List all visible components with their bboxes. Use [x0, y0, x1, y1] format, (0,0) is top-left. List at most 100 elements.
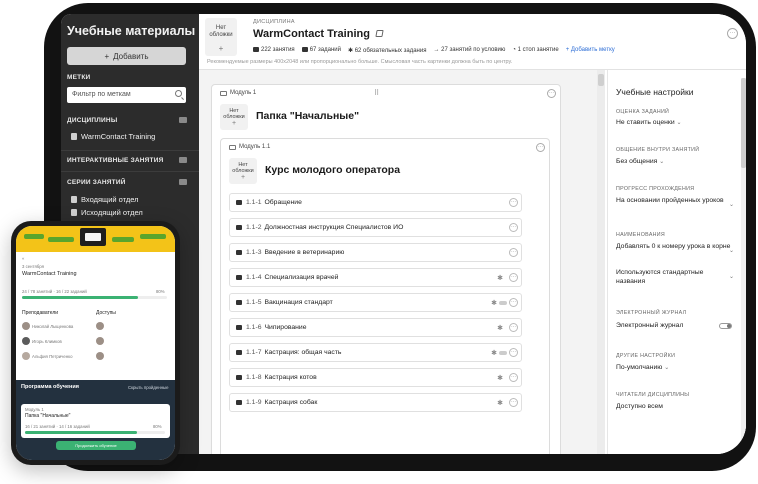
chevron-down-icon: ⌄: [659, 159, 665, 165]
more-icon[interactable]: ···: [509, 298, 518, 307]
lesson-number: 1.1-9: [246, 399, 262, 406]
settings-label: ЭЛЕКТРОННЫЙ ЖУРНАЛ: [616, 310, 687, 316]
main-area: Нет обложки + ДИСЦИПЛИНА WarmContact Tra…: [199, 14, 746, 454]
folder-add-icon[interactable]: [179, 117, 187, 123]
cover-text: Нет обложки: [209, 25, 233, 38]
access-label: Доступы: [96, 310, 116, 316]
more-icon[interactable]: ···: [509, 248, 518, 257]
avatar: [96, 322, 104, 330]
more-icon[interactable]: ···: [536, 143, 545, 152]
card-module-label: Модуль 1: [25, 407, 44, 412]
chevron-down-icon[interactable]: ⌄: [729, 201, 734, 208]
discipline-label: ДИСЦИПЛИНА: [253, 19, 295, 25]
divider: [61, 150, 199, 151]
lesson-icon: [236, 300, 242, 305]
stage: Учебные материалы + Добавить МЕТКИ Фильт…: [0, 0, 758, 484]
lesson-title: Специализация врачей: [264, 274, 339, 281]
tags-label: МЕТКИ: [67, 74, 91, 81]
required-star-icon: ✱: [491, 299, 497, 307]
lesson-icon: [236, 375, 242, 380]
scroll-thumb[interactable]: [598, 74, 604, 86]
banner-ribbon: [140, 234, 166, 239]
settings-scrollbar[interactable]: [741, 78, 746, 448]
lesson-row[interactable]: 1.1-2 Должностная инструкция Специалистов…: [229, 218, 522, 237]
settings-panel: Учебные настройки ОЦЕНКА ЗАДАНИЙ Не став…: [607, 70, 746, 454]
more-icon[interactable]: ···: [509, 273, 518, 282]
sidebar-item-series[interactable]: Входящий отдел: [71, 195, 139, 204]
required-star-icon: ✱: [497, 324, 503, 332]
drag-handle-icon[interactable]: ⠿: [374, 89, 380, 97]
module-cover-upload[interactable]: Нет обложки +: [220, 104, 248, 130]
settings-grading-select[interactable]: Не ставить оценки ⌄: [616, 118, 731, 128]
avatar: [96, 352, 104, 360]
submodule-label: Модуль 1.1: [229, 144, 270, 150]
folder-icon: [220, 90, 227, 96]
journal-toggle[interactable]: [719, 323, 732, 329]
hide-completed-link[interactable]: Скрыть пройденные: [128, 385, 169, 390]
lesson-icon: [236, 325, 242, 330]
lesson-title: Обращение: [264, 199, 302, 206]
settings-numbering-select[interactable]: Добавлять 0 к номеру урока в корне: [616, 242, 731, 251]
card-title: Папка "Начальные": [25, 413, 71, 419]
content-scrollbar[interactable]: [597, 70, 605, 454]
lesson-row[interactable]: 1.1-7 Кастрация: общая часть ✱ ···: [229, 343, 522, 362]
settings-readers-select[interactable]: Доступно всем: [616, 402, 731, 411]
settings-communication-select[interactable]: Без общения ⌄: [616, 157, 731, 167]
sidebar-item-discipline[interactable]: WarmContact Training: [71, 132, 155, 141]
chevron-down-icon[interactable]: ⌄: [729, 273, 734, 280]
add-tag-link[interactable]: + Добавить метку: [566, 47, 615, 54]
more-icon[interactable]: ···: [509, 323, 518, 332]
continue-button[interactable]: Продолжить обучение: [56, 441, 136, 450]
lesson-title: Кастрация котов: [264, 374, 317, 381]
lesson-title: Чипирование: [264, 324, 307, 331]
add-button[interactable]: + Добавить: [67, 47, 186, 65]
more-icon[interactable]: ···: [509, 198, 518, 207]
settings-other-select[interactable]: По-умолчанию ⌄: [616, 363, 731, 373]
lesson-row[interactable]: 1.1-5 Вакцинация стандарт ✱ ···: [229, 293, 522, 312]
lesson-row[interactable]: 1.1-1 Обращение ···: [229, 193, 522, 212]
settings-label: ОЦЕНКА ЗАДАНИЙ: [616, 109, 670, 115]
page-title: WarmContact Training: [253, 28, 370, 40]
settings-names-select[interactable]: Используются стандартные названия: [616, 268, 731, 286]
more-icon[interactable]: ···: [509, 373, 518, 382]
folder-add-icon[interactable]: [179, 157, 187, 163]
module-label: Модуль 1: [220, 90, 256, 96]
lesson-toggle[interactable]: [499, 300, 507, 305]
content-area: Модуль 1 ⠿ ··· Нет обложки + Папка "Нача…: [199, 70, 597, 454]
banner-logo: [80, 228, 106, 246]
submodule-cover-upload[interactable]: Нет обложки +: [229, 158, 257, 184]
lesson-number: 1.1-6: [246, 324, 262, 331]
chevron-down-icon: ⌄: [676, 120, 682, 126]
phone-back-icon[interactable]: «: [22, 256, 24, 261]
folder-add-icon[interactable]: [179, 179, 187, 185]
document-icon: [71, 133, 77, 140]
program-module-card[interactable]: Модуль 1 Папка "Начальные" 16 / 21 занят…: [21, 404, 170, 438]
settings-progress-select[interactable]: На основании пройденных уроков: [616, 196, 731, 205]
settings-label: ОБЩЕНИЕ ВНУТРИ ЗАНЯТИЙ: [616, 147, 700, 153]
required-star-icon: ✱: [497, 399, 503, 407]
scroll-thumb[interactable]: [741, 78, 746, 168]
more-icon[interactable]: ···: [509, 348, 518, 357]
required-star-icon: ✱: [497, 374, 503, 382]
more-icon[interactable]: ···: [509, 398, 518, 407]
more-icon[interactable]: ···: [547, 89, 556, 98]
sidebar-item-label: Входящий отдел: [81, 195, 139, 204]
sidebar-item-series[interactable]: Исходящий отдел: [71, 208, 143, 217]
lesson-row[interactable]: 1.1-9 Кастрация собак ✱ ···: [229, 393, 522, 412]
lesson-row[interactable]: 1.1-4 Специализация врачей ✱ ···: [229, 268, 522, 287]
more-icon[interactable]: ···: [727, 28, 738, 39]
tag-filter-input[interactable]: Фильтр по меткам: [67, 87, 186, 103]
edit-icon[interactable]: [375, 30, 384, 37]
stats-row: 222 занятия 67 заданий ✱ 62 обязательных…: [253, 47, 615, 54]
lesson-title: Вакцинация стандарт: [264, 299, 333, 306]
lesson-row[interactable]: 1.1-8 Кастрация котов ✱ ···: [229, 368, 522, 387]
chevron-down-icon[interactable]: ⌄: [729, 247, 734, 254]
cover-upload[interactable]: Нет обложки +: [205, 18, 237, 56]
lesson-toggle[interactable]: [499, 350, 507, 355]
star-icon: ✱: [347, 48, 355, 54]
lesson-row[interactable]: 1.1-3 Введение в ветеринарию ···: [229, 243, 522, 262]
lesson-row[interactable]: 1.1-6 Чипирование ✱ ···: [229, 318, 522, 337]
phone-screen: « 3 сентября WarmContact Training 24 / 7…: [16, 226, 175, 460]
search-icon[interactable]: [175, 90, 182, 97]
more-icon[interactable]: ···: [509, 223, 518, 232]
